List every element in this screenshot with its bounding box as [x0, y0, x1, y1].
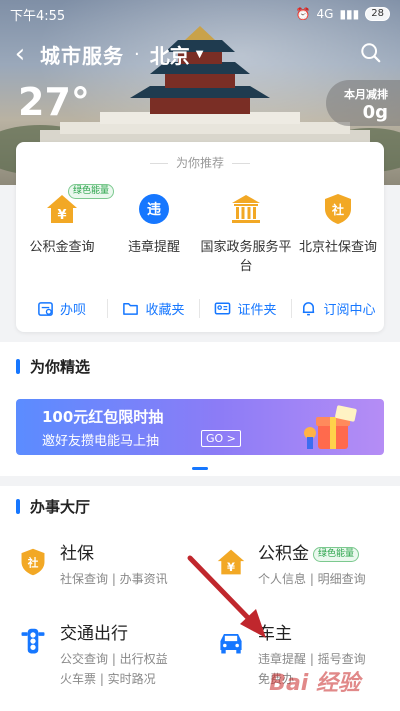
recommend-item-label: 违章提醒 [127, 240, 180, 255]
service-title: 公积金 [258, 544, 309, 564]
tool-subscription[interactable]: 订阅中心 [292, 299, 384, 318]
service-subtitle: 个人信息 | 明细查询 [258, 572, 366, 586]
service-housing-fund[interactable]: ¥ 公积金 绿色能量 个人信息 | 明细查询 [216, 543, 366, 587]
recommend-item-gov-platform[interactable]: 国家政务服务平台 [200, 192, 292, 276]
service-title: 社保 [60, 544, 94, 564]
search-icon[interactable] [360, 42, 382, 64]
traffic-light-icon [21, 628, 45, 654]
recommend-title: 为你推荐 [16, 154, 384, 171]
recommend-item-label: 公积金查询 [29, 240, 95, 255]
bell-icon [303, 301, 315, 315]
service-subtitle: 公交查询 | 出行权益 [60, 652, 168, 666]
tool-label: 证件夹 [237, 302, 277, 318]
back-arrow-icon[interactable]: ‹ [0, 41, 40, 67]
city-selector[interactable]: 北京 [150, 40, 190, 69]
temperature: 27° [18, 80, 90, 124]
promo-banner[interactable]: 100元红包限时抽 邀好友攒电能马上抽 GO > [16, 399, 384, 455]
carousel-indicator [192, 467, 208, 470]
recommend-item-label: 北京社保查询 [298, 240, 377, 255]
alarm-icon: ⏰ [295, 7, 311, 21]
section-title-picks: 为你精选 [16, 356, 90, 377]
signal-icon: ▮▮▮ [339, 7, 360, 21]
section-title-hall: 办事大厅 [16, 496, 90, 517]
recommend-item-label: 国家政务服务平台 [200, 240, 292, 274]
tool-id-cards[interactable]: 证件夹 [200, 298, 292, 318]
emission-value: 0g [362, 102, 388, 123]
page-title: 城市服务 [40, 43, 124, 68]
tool-label: 订阅中心 [323, 302, 376, 318]
car-icon [220, 634, 242, 654]
tool-label: 办呗 [59, 302, 86, 318]
id-card-icon [215, 302, 231, 314]
tool-banbei[interactable]: 办呗 [16, 298, 108, 318]
nav-bar: ‹ 城市服务 · 北京 ▼ [0, 36, 400, 72]
svg-text:社: 社 [331, 202, 344, 217]
network-label: 4G [316, 7, 334, 21]
government-building-icon [232, 195, 260, 223]
banner-go-button[interactable]: GO > [201, 430, 241, 447]
svg-text:¥: ¥ [57, 208, 66, 223]
green-energy-badge: 绿色能量 [313, 546, 360, 562]
svg-text:违: 违 [147, 201, 161, 218]
status-bar: 下午4:55 ⏰ 4G ▮▮▮ 28 [0, 0, 400, 28]
recommend-item-housing-fund[interactable]: 绿色能量 ¥ 公积金查询 [16, 184, 115, 276]
recommend-card: 为你推荐 绿色能量 ¥ 公积金查询 违 违章提醒 国家政务服务平台 社 北京社保… [16, 142, 384, 332]
social-security-icon: 社 [325, 194, 351, 224]
tool-favorites[interactable]: 收藏夹 [108, 298, 200, 318]
status-time: 下午4:55 [10, 8, 66, 24]
battery-icon: 28 [365, 7, 390, 21]
watermark-logo: Bai 经验 [269, 671, 360, 696]
svg-text:¥: ¥ [227, 560, 235, 574]
service-title: 车主 [258, 624, 292, 644]
service-title: 交通出行 [60, 624, 128, 644]
yuan-house-icon: ¥ [217, 549, 245, 575]
social-security-icon: 社 [21, 548, 45, 576]
recommend-item-social-security[interactable]: 社 北京社保查询 [292, 192, 384, 276]
emission-badge[interactable]: 本月减排 0g [326, 80, 400, 126]
violation-icon: 违 [139, 194, 169, 224]
recommend-item-violation[interactable]: 违 违章提醒 [108, 192, 200, 276]
service-social-security[interactable]: 社 社保 社保查询 | 办事资讯 [18, 543, 168, 587]
banner-title: 100元红包限时抽 [42, 408, 164, 426]
banner-subtitle: 邀好友攒电能马上抽 [42, 434, 160, 449]
calendar-icon [38, 301, 53, 316]
svg-text:社: 社 [27, 556, 39, 569]
chevron-down-icon[interactable]: ▼ [196, 49, 204, 60]
red-envelope-gift-icon [304, 405, 357, 449]
service-transport[interactable]: 交通出行 公交查询 | 出行权益 火车票 | 实时路况 [18, 623, 168, 687]
folder-icon [123, 302, 139, 315]
tool-label: 收藏夹 [145, 302, 185, 318]
service-subtitle-2: 火车票 | 实时路况 [60, 672, 156, 686]
service-subtitle: 社保查询 | 办事资讯 [60, 572, 168, 586]
title-separator: · [134, 43, 140, 65]
emission-label: 本月减排 [344, 88, 388, 101]
